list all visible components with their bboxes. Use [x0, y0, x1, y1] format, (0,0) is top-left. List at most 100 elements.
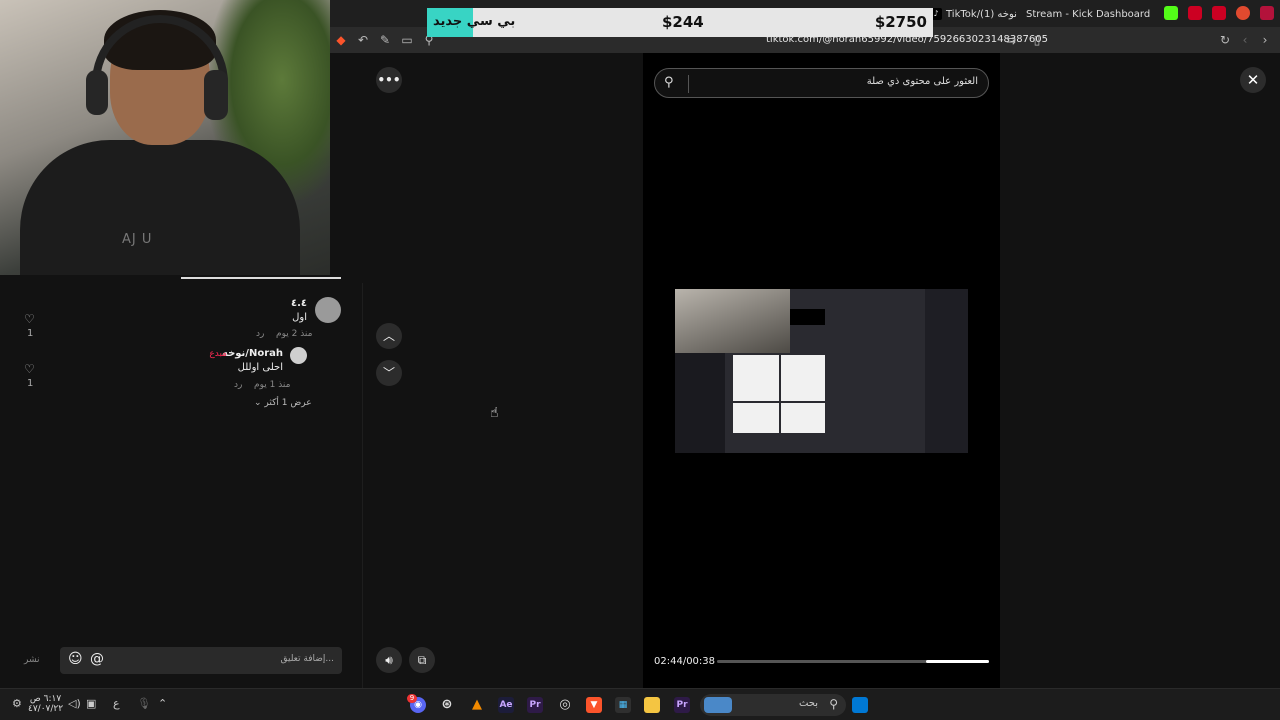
video-frame: [675, 289, 968, 453]
windows-start-icon[interactable]: ⊞: [852, 697, 868, 713]
mention-icon[interactable]: @: [90, 651, 104, 667]
reply-author[interactable]: نوخه/Norah: [222, 348, 283, 359]
tab-kick-dashboard[interactable]: Stream - Kick Dashboard: [1026, 4, 1150, 24]
comments-panel: [0, 283, 363, 688]
discord-notification-badge: 9: [407, 694, 417, 703]
brave-browser-icon[interactable]: ▼: [586, 697, 602, 713]
video-frame-document: [781, 403, 825, 433]
video-frame-document: [733, 355, 779, 401]
comment-input-placeholder: إضافة تعليق...: [280, 654, 334, 664]
comment-text: اول: [292, 312, 307, 323]
network-icon[interactable]: ▣: [86, 697, 96, 710]
donation-current-amount: $244: [662, 13, 704, 31]
brave-shield-icon[interactable]: ◆: [334, 33, 348, 47]
translate-icon[interactable]: ✎: [378, 33, 392, 47]
premiere-pro-icon-2[interactable]: Pr: [527, 697, 543, 713]
volume-icon[interactable]: 🔊︎: [376, 647, 402, 673]
extension-icon[interactable]: [1236, 6, 1250, 20]
reply-like-count: 1: [27, 378, 34, 389]
comment-like-count: 1: [27, 328, 34, 339]
youtube-extension-icon-2[interactable]: [1212, 6, 1226, 20]
reply-reply-link[interactable]: رد: [234, 380, 242, 390]
taskbar-search-thumbnail: [704, 697, 732, 713]
emoji-icon[interactable]: ☺: [68, 651, 83, 667]
back-icon[interactable]: ›: [1258, 33, 1272, 47]
related-search-placeholder: العثور على محتوى ذي صلة: [866, 76, 978, 87]
related-search-input[interactable]: ⚲ العثور على محتوى ذي صلة: [654, 68, 989, 98]
creator-badge: مبدع: [209, 349, 227, 359]
comment-author[interactable]: ٤.٤: [291, 298, 307, 309]
more-options-icon[interactable]: •••: [376, 67, 402, 93]
previous-video-button[interactable]: ︿: [376, 323, 402, 349]
taskbar-clock[interactable]: ٦:١٧ ص ٤٧/٠٧/٢٢: [28, 694, 63, 714]
obs-icon[interactable]: ◎: [557, 697, 573, 713]
youtube-extension-icon[interactable]: [1188, 6, 1202, 20]
picture-in-picture-icon[interactable]: ⧉: [409, 647, 435, 673]
show-more-label: عرض 1 أكثر: [264, 398, 312, 408]
headset-earcup-left: [86, 70, 108, 115]
search-divider: [688, 75, 689, 93]
comment-input[interactable]: ☺ @ إضافة تعليق...: [60, 647, 342, 674]
taskbar-search[interactable]: بحث ⚲: [700, 694, 846, 716]
mouse-cursor-icon: ☝: [490, 405, 499, 421]
video-frame-webcam: [675, 289, 790, 353]
donation-label: بي سي جديد: [433, 14, 516, 29]
heart-icon[interactable]: ♡: [24, 312, 35, 326]
show-more-replies[interactable]: ⌄ عرض 1 أكثر: [254, 398, 312, 408]
screen: ♪ TikTok/(1) نوخه Stream - Kick Dashboar…: [0, 0, 1280, 720]
tab-tiktok[interactable]: ♪ TikTok/(1) نوخه: [930, 4, 1017, 24]
shirt-logo: AJ U: [122, 232, 153, 247]
webcam-underline: [181, 277, 341, 279]
video-time: 02:44/00:38: [654, 656, 716, 667]
forward-icon[interactable]: ‹: [1238, 33, 1252, 47]
reply-avatar[interactable]: [290, 347, 307, 364]
video-progress-bar[interactable]: [717, 660, 989, 663]
video-frame-panel: [925, 289, 968, 453]
donation-goal-amount: $2750: [874, 13, 927, 31]
video-frame-document: [733, 403, 779, 433]
app-icon[interactable]: ⊛: [439, 697, 455, 713]
back-arrow-icon[interactable]: ↶: [356, 33, 370, 47]
comment-time: منذ 2 يوم: [276, 329, 313, 339]
microphone-icon[interactable]: 🎙︎: [137, 697, 151, 710]
post-comment-button[interactable]: نشر: [24, 655, 40, 665]
heart-icon[interactable]: ♡: [24, 362, 35, 376]
video-nav-column: [363, 53, 643, 688]
cast-icon[interactable]: ▭: [400, 33, 414, 47]
video-progress-fill: [926, 660, 989, 663]
close-icon[interactable]: ✕: [1240, 67, 1266, 93]
file-explorer-icon[interactable]: [644, 697, 660, 713]
share-icon[interactable]: ⇆: [1004, 33, 1018, 47]
reply-text: احلى اوللل: [237, 362, 283, 373]
video-frame-document: [781, 355, 825, 401]
clock-date: ٤٧/٠٧/٢٢: [28, 704, 64, 714]
chevron-down-icon: ⌄: [254, 398, 262, 408]
vlc-icon[interactable]: ▲: [469, 697, 485, 713]
webcam-feed: AJ U: [0, 0, 330, 275]
bookmark-icon[interactable]: ▯: [1030, 33, 1044, 47]
after-effects-icon[interactable]: Ae: [498, 697, 514, 713]
speaker-icon[interactable]: ◁): [68, 697, 81, 710]
streamer-shirt: [20, 140, 300, 275]
profile-extension-icon[interactable]: [1260, 6, 1274, 20]
input-language[interactable]: ع: [113, 697, 120, 710]
reload-icon[interactable]: ↻: [1218, 33, 1232, 47]
clock-time: ٦:١٧ ص: [29, 694, 62, 704]
chevron-up-icon[interactable]: ⌃: [158, 697, 167, 710]
settings-icon[interactable]: ⚙: [12, 697, 22, 710]
microsoft-store-icon[interactable]: ▦: [615, 697, 631, 713]
comment-reply-link[interactable]: رد: [256, 329, 264, 339]
donation-goal-banner: بي سي جديد $244 $2750: [427, 8, 933, 37]
right-backdrop: [1000, 53, 1280, 688]
tab-kick-dashboard-label: Stream - Kick Dashboard: [1026, 8, 1151, 20]
video-frame-sidebar: [675, 353, 725, 453]
taskbar: ⊞ بحث ⚲ Pr ▦ ▼ ◎ Pr Ae ▲ ⊛ ◉ 9: [0, 688, 1280, 720]
kick-extension-icon[interactable]: [1164, 6, 1178, 20]
next-video-button[interactable]: ﹀: [376, 360, 402, 386]
premiere-pro-icon[interactable]: Pr: [674, 697, 690, 713]
headset-earcup-right: [204, 70, 228, 120]
reply-time: منذ 1 يوم: [254, 380, 291, 390]
tab-tiktok-label: TikTok/(1) نوخه: [946, 8, 1017, 20]
search-icon[interactable]: ⚲: [664, 75, 674, 90]
comment-avatar[interactable]: [315, 297, 341, 323]
